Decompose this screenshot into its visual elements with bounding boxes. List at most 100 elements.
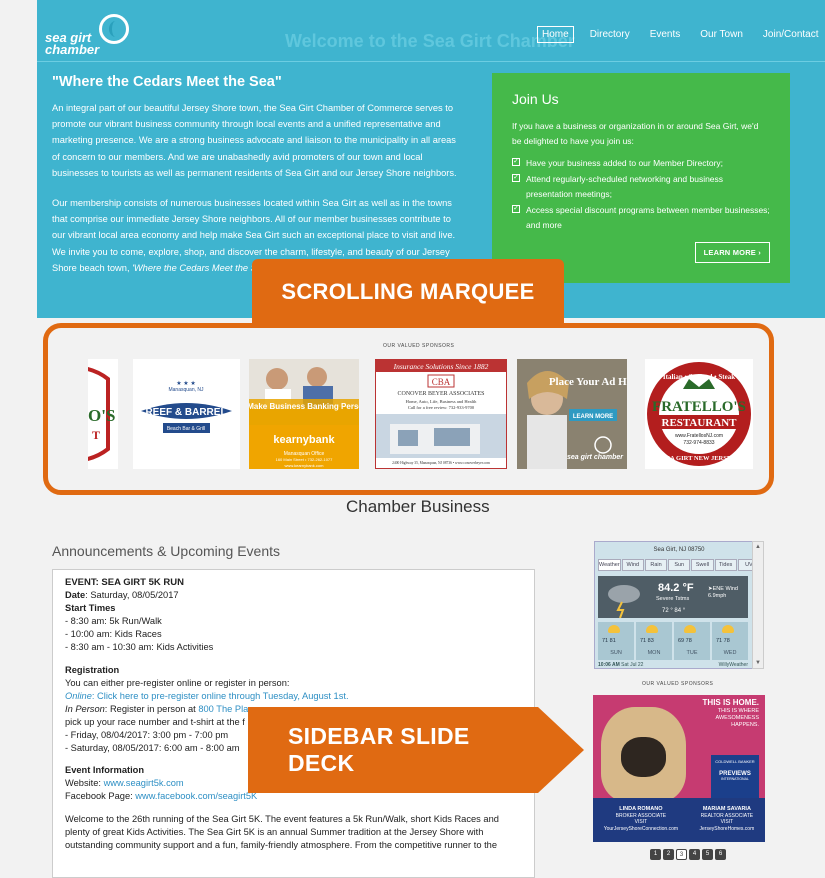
- forecast-days: 71 81 SUN 71 83 MON 69 78 TUE 71 78 WED: [598, 622, 748, 660]
- join-us-box: Join Us If you have a business or organi…: [492, 73, 790, 283]
- weather-tab[interactable]: Wind: [621, 559, 644, 571]
- main-nav: Home Directory Events Our Town Join/Cont…: [537, 24, 823, 44]
- location-link[interactable]: 800 The Pla: [198, 704, 248, 714]
- sunny-icon: [646, 625, 658, 633]
- sunny-icon: [684, 625, 696, 633]
- previews-logo: COLDWELL BANKER PREVIEWS INTERNATIONAL: [711, 755, 759, 799]
- facebook-link[interactable]: www.facebook.com/seagirt5K: [135, 791, 257, 801]
- slide-dot[interactable]: 2: [663, 849, 674, 860]
- weather-tab[interactable]: Rain: [644, 559, 668, 571]
- nav-home[interactable]: Home: [537, 25, 574, 43]
- intro-paragraph-1: An integral part of our beautiful Jersey…: [52, 103, 457, 178]
- sunny-icon: [608, 625, 620, 633]
- checkbox-icon: ✓: [512, 174, 520, 182]
- weather-widget[interactable]: Sea Girt, NJ 08750 Weather Wind Rain Sun…: [594, 541, 764, 669]
- agent-url: JerseyShoreHomes.com: [699, 825, 755, 832]
- checkbox-icon: ✓: [512, 158, 520, 166]
- logo-text: sea girt chamber: [45, 30, 100, 57]
- faded-page-title: Welcome to the Sea Girt Chamber: [285, 31, 575, 51]
- sidebar-sponsors-label: OUR VALUED SPONSORS: [642, 681, 714, 687]
- forecast-day-name: MON: [647, 650, 661, 656]
- current-condition: Severe Tstms: [656, 596, 690, 602]
- weather-tab[interactable]: Weather: [598, 559, 621, 571]
- wind-info: ➤ENE Wind 6.9mph: [708, 586, 738, 600]
- join-benefit: ✓ Have your business added to our Member …: [512, 156, 770, 171]
- weather-tab[interactable]: Tides: [714, 559, 737, 571]
- willyweather-link[interactable]: WillyWeather: [719, 662, 748, 668]
- join-benefit: ✓ Attend regularly-scheduled networking a…: [512, 172, 770, 202]
- weather-scrollbar[interactable]: ▲ ▼: [752, 541, 764, 669]
- forecast-day-name: WED: [723, 650, 737, 656]
- forecast-temps: 69 78: [678, 638, 692, 644]
- slide-dot-active[interactable]: 3: [676, 849, 687, 860]
- join-benefit-text: Have your business added to our Member D…: [526, 158, 724, 168]
- slide-pager: 1 2 3 4 5 6: [650, 849, 726, 860]
- agent-url: YourJerseyShoreConnection.com: [603, 825, 679, 832]
- site-logo[interactable]: sea girt chamber: [45, 12, 135, 58]
- start-time-item: - 8:30 am - 10:30 am: Kids Activities: [65, 642, 214, 653]
- join-benefit-text: Access special discount programs between…: [526, 205, 770, 230]
- slide-dot[interactable]: 1: [650, 849, 661, 860]
- agent-2: MARIAM SAVARIA REALTOR ASSOCIATE VISIT Jers…: [700, 806, 755, 842]
- announcements-title: Announcements & Upcoming Events: [52, 543, 281, 559]
- intro-section: "Where the Cedars Meet the Sea" An integ…: [52, 74, 462, 290]
- forecast-day: 71 78 WED: [712, 622, 748, 660]
- nav-join-contact[interactable]: Join/Contact: [759, 27, 823, 42]
- checkbox-icon: ✓: [512, 205, 520, 213]
- nav-our-town[interactable]: Our Town: [696, 27, 747, 42]
- wind-speed: 6.9mph: [708, 593, 727, 599]
- weather-tab[interactable]: Swell: [691, 559, 714, 571]
- join-benefit-text: Attend regularly-scheduled networking an…: [526, 174, 724, 199]
- agent-title: BROKER ASSOCIATE: [615, 812, 667, 819]
- pre-register-link[interactable]: Click here to pre-register online throug…: [97, 691, 349, 701]
- start-times-label: Start Times: [65, 603, 116, 614]
- forecast-day-name: SUN: [610, 650, 622, 656]
- ad-tagline: THIS IS HOME. THIS IS WHERE AWESOMENESS H…: [689, 699, 759, 729]
- previews-top: COLDWELL BANKER: [715, 759, 755, 764]
- forecast-day: 69 78 TUE: [674, 622, 710, 660]
- learn-more-button[interactable]: LEARN MORE ›: [694, 242, 770, 263]
- previews-sub: INTERNATIONAL: [721, 777, 749, 781]
- join-benefit: ✓ Access special discount programs betwee…: [512, 203, 770, 233]
- online-registration: Online: Click here to pre-register onlin…: [65, 690, 522, 703]
- agent-title: REALTOR ASSOCIATE: [700, 812, 754, 819]
- scroll-up-icon[interactable]: ▲: [755, 544, 761, 550]
- weather-tabs: Weather Wind Rain Sun Swell Tides UV: [595, 559, 763, 571]
- date-value: : Saturday, 08/05/2017: [85, 590, 179, 601]
- top-bar: sea girt chamber Welcome to the Sea Girt…: [37, 0, 825, 62]
- website-link[interactable]: www.seagirt5k.com: [104, 778, 184, 788]
- weather-tab[interactable]: Sun: [668, 559, 691, 571]
- ad-tagline-text: THIS IS WHERE AWESOMENESS HAPPENS.: [715, 708, 760, 728]
- agent-name: LINDA ROMANO: [619, 806, 663, 812]
- agent-name: MARIAM SAVARIA: [702, 806, 751, 812]
- marquee-highlight-frame: [43, 323, 774, 495]
- in-person-text: : Register in person at: [104, 703, 199, 714]
- weather-time-value: 10:06 AM: [598, 662, 620, 668]
- callout-arrow-icon: [538, 707, 584, 793]
- sidebar-ad-slide[interactable]: THIS IS HOME. THIS IS WHERE AWESOMENESS H…: [593, 695, 765, 842]
- wind-label: ENE Wind: [712, 586, 738, 592]
- weather-footer: 10:06 AM Sat Jul 22 WillyWeather: [598, 662, 748, 668]
- date-label: Date: [65, 590, 86, 601]
- agent-visit: VISIT: [634, 819, 648, 825]
- join-benefits-list: ✓ Have your business added to our Member …: [512, 156, 770, 233]
- storm-cloud-icon: [608, 585, 640, 618]
- forecast-day: 71 83 MON: [636, 622, 672, 660]
- event-date: Date: Saturday, 08/05/2017: [65, 589, 522, 602]
- start-time-item: - 10:00 am: Kids Races: [65, 629, 162, 640]
- sunny-icon: [722, 625, 734, 633]
- scroll-down-icon[interactable]: ▼: [755, 660, 761, 666]
- agents-bar: LINDA ROMANO BROKER ASSOCIATE VISIT YourJer…: [593, 798, 765, 842]
- facebook-label: Facebook Page:: [65, 791, 136, 802]
- slide-dot[interactable]: 4: [689, 849, 700, 860]
- forecast-temps: 71 78: [716, 638, 730, 644]
- slide-dot[interactable]: 5: [702, 849, 713, 860]
- forecast-day-name: TUE: [686, 650, 698, 656]
- weather-current: 84.2 °F Severe Tstms ➤ENE Wind 6.9mph 72 …: [598, 576, 748, 618]
- weather-time: 10:06 AM Sat Jul 22: [598, 662, 643, 668]
- sidebar-slide-deck-callout: SIDEBAR SLIDE DECK: [248, 707, 538, 793]
- slide-dot[interactable]: 6: [715, 849, 726, 860]
- nav-events[interactable]: Events: [646, 27, 685, 42]
- start-time-item: - 8:30 am: 5k Run/Walk: [65, 616, 162, 627]
- nav-directory[interactable]: Directory: [586, 27, 634, 42]
